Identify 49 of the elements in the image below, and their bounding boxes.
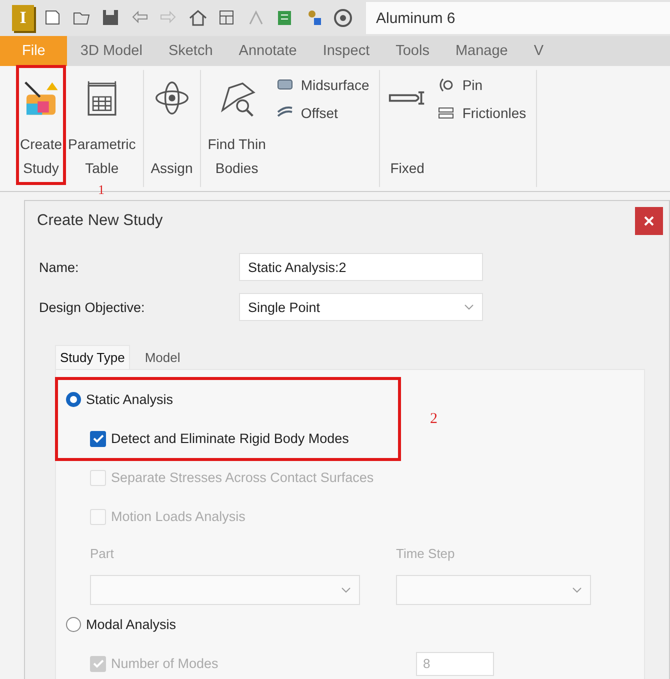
dialog-tab[interactable]: Study Type bbox=[55, 345, 130, 369]
ribbon-tab[interactable]: Annotate bbox=[226, 36, 310, 66]
chevron-icon bbox=[341, 587, 351, 593]
ribbon-button[interactable]: Fixed bbox=[384, 66, 430, 184]
annotation-number: 2 bbox=[430, 411, 438, 428]
ribbon-tab[interactable]: Sketch bbox=[155, 36, 226, 66]
save-icon[interactable] bbox=[101, 8, 121, 28]
dialog-tab[interactable]: Model bbox=[140, 345, 186, 369]
option-label: Separate Stresses Across Contact Surfaces bbox=[111, 470, 374, 485]
ribbon-button[interactable]: Find Thin Bodies bbox=[204, 66, 269, 184]
check-icon bbox=[92, 659, 104, 668]
field-label: Time Step bbox=[396, 546, 456, 561]
field-label: Part bbox=[90, 546, 115, 561]
annotation-number: 1 bbox=[98, 183, 104, 197]
ribbon-button[interactable]: Pin bbox=[436, 76, 526, 94]
ribbon-tab[interactable]: Manage bbox=[442, 36, 521, 66]
name-field[interactable]: Static Analysis:2 bbox=[239, 253, 483, 281]
dialog-title: Create New Study bbox=[37, 212, 163, 230]
ribbon-button[interactable]: Frictionles bbox=[436, 104, 526, 122]
ribbon-button[interactable]: Parametric Table bbox=[65, 66, 139, 184]
field-label: Design Objective: bbox=[39, 300, 146, 314]
radio-button[interactable] bbox=[66, 392, 81, 407]
ribbon-button[interactable]: Assign bbox=[148, 66, 196, 184]
close-icon bbox=[644, 216, 654, 226]
field-label: Name: bbox=[39, 260, 80, 274]
option-label: Number of Modes bbox=[111, 656, 218, 671]
study-icon bbox=[22, 79, 60, 117]
ribbon-button[interactable]: Create Study bbox=[17, 66, 66, 184]
chevron-icon bbox=[572, 587, 582, 593]
check-icon bbox=[92, 434, 104, 443]
option-label: Static Analysis bbox=[86, 392, 174, 407]
home-icon[interactable] bbox=[188, 8, 208, 28]
ribbon-button[interactable]: Offset bbox=[274, 104, 370, 122]
ribbon-tab[interactable]: 3D Model bbox=[67, 36, 156, 66]
document-title: Aluminum 6 bbox=[366, 2, 670, 34]
close-button[interactable] bbox=[635, 207, 663, 235]
chevron-icon bbox=[464, 304, 474, 310]
option-label: Detect and Eliminate Rigid Body Modes bbox=[111, 431, 349, 446]
atom-icon bbox=[152, 79, 191, 117]
objective-dropdown[interactable]: Single Point bbox=[239, 293, 483, 321]
ribbon-tab[interactable]: V bbox=[520, 36, 557, 66]
wheel-icon[interactable] bbox=[333, 8, 353, 28]
option-label: Modal Analysis bbox=[86, 617, 176, 632]
option-label: Motion Loads Analysis bbox=[111, 509, 246, 524]
checkbox[interactable] bbox=[90, 430, 106, 446]
radio-button[interactable] bbox=[66, 617, 81, 632]
ribbon-button[interactable]: Midsurface bbox=[274, 76, 370, 94]
ribbon-tab[interactable]: Inspect bbox=[310, 36, 383, 66]
ribbon-tab[interactable]: Tools bbox=[382, 36, 442, 66]
